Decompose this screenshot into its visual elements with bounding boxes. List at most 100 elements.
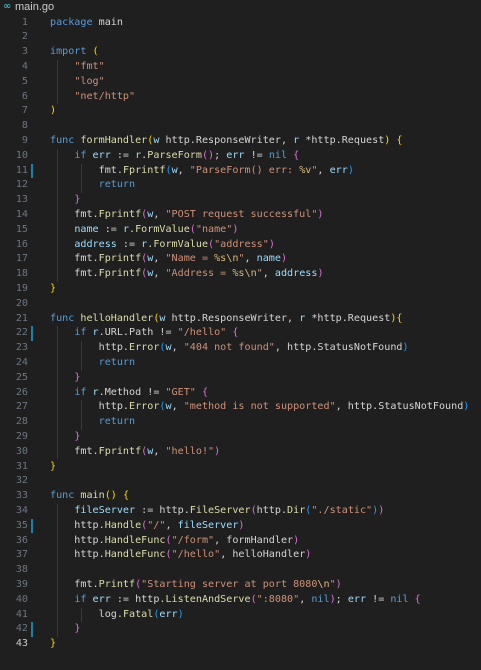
line-number: 21 bbox=[15, 312, 28, 324]
code-text: http.HandleFunc("/form", formHandler) bbox=[50, 534, 300, 546]
code-line[interactable]: 16 address := r.FormValue("address") bbox=[0, 238, 481, 253]
code-text: fmt.Fprintf(w, "hello!") bbox=[50, 445, 221, 457]
line-number: 30 bbox=[15, 445, 28, 457]
code-line[interactable]: 19} bbox=[0, 282, 481, 297]
code-text: func main() { bbox=[50, 490, 130, 502]
code-line[interactable]: 21 func helloHandler(w http.ResponseWrite… bbox=[0, 312, 481, 327]
line-number: 18 bbox=[15, 268, 28, 280]
code-line[interactable]: 29 } bbox=[0, 430, 481, 445]
code-line[interactable]: 30 fmt.Fprintf(w, "hello!") bbox=[0, 445, 481, 460]
code-line[interactable]: 20 bbox=[0, 297, 481, 312]
code-text: address := r.FormValue("address") bbox=[74, 238, 275, 250]
line-number: 24 bbox=[15, 356, 28, 368]
line-number: 25 bbox=[15, 371, 28, 383]
line-number: 38 bbox=[15, 564, 28, 576]
code-line[interactable]: 26 if r.Method != "GET" { bbox=[0, 386, 481, 401]
line-number: 37 bbox=[15, 549, 28, 561]
line-number: 26 bbox=[15, 386, 28, 398]
code-line[interactable]: 1 package main bbox=[0, 16, 481, 31]
code-line[interactable]: 35 http.Handle("/", fileServer) bbox=[0, 518, 481, 534]
line-number: 40 bbox=[15, 593, 28, 605]
code-line[interactable]: 14 fmt.Fprintf(w, "POST request successf… bbox=[0, 208, 481, 223]
code-line[interactable]: 27 http.Error(w, "method is not supporte… bbox=[0, 400, 481, 415]
code-line[interactable]: 43} bbox=[0, 637, 481, 652]
line-number: 34 bbox=[15, 504, 28, 516]
code-text: "net/http" bbox=[74, 90, 136, 102]
code-text: package main bbox=[50, 16, 123, 28]
line-number: 29 bbox=[15, 430, 28, 442]
code-line[interactable]: 15 name := r.FormValue("name") bbox=[0, 223, 481, 238]
code-text: if err := r.ParseForm(); err != nil { bbox=[74, 149, 300, 161]
code-line[interactable]: 18 fmt.Fprintf(w, "Address = %s\n", addr… bbox=[0, 267, 481, 282]
code-line[interactable]: 39 fmt.Printf("Starting server at port 8… bbox=[0, 578, 481, 593]
code-text: fileServer := http.FileServer(http.Dir("… bbox=[74, 504, 385, 516]
code-line[interactable]: 17 fmt.Fprintf(w, "Name = %s\n", name) bbox=[0, 252, 481, 267]
line-number: 19 bbox=[15, 282, 28, 294]
code-text: fmt.Printf("Starting server at port 8080… bbox=[50, 578, 342, 590]
line-number: 41 bbox=[15, 608, 28, 620]
code-line[interactable]: 38 bbox=[0, 563, 481, 578]
code-text: http.Error(w, "method is not supported",… bbox=[50, 401, 470, 413]
code-line[interactable]: 42 } bbox=[0, 622, 481, 638]
line-number: 5 bbox=[21, 75, 28, 87]
code-line[interactable]: 10 if err := r.ParseForm(); err != nil { bbox=[0, 149, 481, 164]
code-text: func formHandler(w http.ResponseWriter, … bbox=[50, 134, 403, 146]
code-line[interactable]: 40 if err := http.ListenAndServe(":8080"… bbox=[0, 593, 481, 608]
line-number: 27 bbox=[15, 401, 28, 413]
editor-tab[interactable]: ∞ main.go bbox=[0, 0, 481, 15]
code-line[interactable]: 9 func formHandler(w http.ResponseWriter,… bbox=[0, 134, 481, 149]
code-text: } bbox=[74, 371, 81, 383]
line-number: 9 bbox=[21, 134, 28, 146]
code-text: func helloHandler(w http.ResponseWriter,… bbox=[50, 312, 403, 324]
code-text: name := r.FormValue("name") bbox=[74, 223, 239, 235]
line-number: 33 bbox=[15, 490, 28, 502]
code-line[interactable]: 5 "log" bbox=[0, 75, 481, 90]
modified-line-marker[interactable] bbox=[31, 622, 33, 638]
modified-line-marker[interactable] bbox=[31, 518, 33, 534]
code-line[interactable]: 13 } bbox=[0, 193, 481, 208]
code-line[interactable]: 25 } bbox=[0, 371, 481, 386]
modified-line-marker[interactable] bbox=[31, 163, 33, 179]
code-line[interactable]: 4 "fmt" bbox=[0, 60, 481, 75]
code-line[interactable]: 2 bbox=[0, 30, 481, 45]
modified-line-marker[interactable] bbox=[31, 326, 33, 342]
code-line[interactable]: 23 http.Error(w, "404 not found", http.S… bbox=[0, 341, 481, 356]
code-line[interactable]: 24 return bbox=[0, 356, 481, 371]
code-line[interactable]: 36 http.HandleFunc("/form", formHandler) bbox=[0, 534, 481, 549]
line-number: 10 bbox=[15, 149, 28, 161]
code-line[interactable]: 7) bbox=[0, 104, 481, 119]
code-line[interactable]: 3 import ( bbox=[0, 45, 481, 60]
code-line[interactable]: 28 return bbox=[0, 415, 481, 430]
code-line[interactable]: 11 fmt.Fprintf(w, "ParseForm() err: %v",… bbox=[0, 163, 481, 179]
code-line[interactable]: 31} bbox=[0, 460, 481, 475]
code-line[interactable]: 6 "net/http" bbox=[0, 90, 481, 105]
code-line[interactable]: 8 bbox=[0, 119, 481, 134]
code-line[interactable]: 33 func main() { bbox=[0, 489, 481, 504]
code-text: } bbox=[50, 460, 57, 472]
code-text: } bbox=[50, 282, 57, 294]
code-line[interactable]: 32 bbox=[0, 474, 481, 489]
code-line[interactable]: 37 http.HandleFunc("/hello", helloHandle… bbox=[0, 548, 481, 563]
line-number: 39 bbox=[15, 578, 28, 590]
code-line[interactable]: 22 if r.URL.Path != "/hello" { bbox=[0, 326, 481, 342]
code-text: import ( bbox=[50, 46, 99, 58]
code-line[interactable]: 12 return bbox=[0, 178, 481, 193]
code-text: if r.Method != "GET" { bbox=[74, 386, 209, 398]
line-number: 2 bbox=[21, 31, 28, 43]
line-number: 20 bbox=[15, 297, 28, 309]
code-text: } bbox=[50, 638, 57, 650]
line-number: 28 bbox=[15, 416, 28, 428]
code-line[interactable]: 41 log.Fatal(err) bbox=[0, 608, 481, 623]
line-number: 42 bbox=[15, 623, 28, 635]
tab-title: main.go bbox=[15, 1, 55, 13]
code-editor[interactable]: 1 package main 2 3 import (4 "fmt" 5 "log" 6 "… bbox=[0, 15, 481, 670]
code-text: "log" bbox=[74, 75, 105, 87]
line-number: 23 bbox=[15, 342, 28, 354]
code-text: if err := http.ListenAndServe(":8080", n… bbox=[74, 593, 421, 605]
code-text: } bbox=[74, 430, 81, 442]
code-text: log.Fatal(err) bbox=[50, 608, 184, 620]
line-number: 6 bbox=[21, 90, 28, 102]
line-number: 43 bbox=[15, 638, 28, 650]
code-line[interactable]: 34 fileServer := http.FileServer(http.Di… bbox=[0, 504, 481, 519]
code-text: fmt.Fprintf(w, "Name = %s\n", name) bbox=[50, 253, 288, 265]
